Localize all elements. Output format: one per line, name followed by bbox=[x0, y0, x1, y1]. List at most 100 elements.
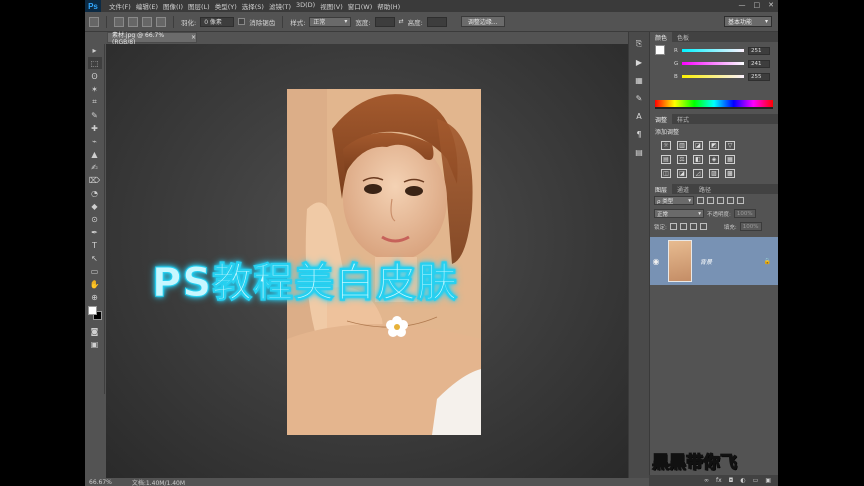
type-tool-icon[interactable]: T bbox=[88, 239, 102, 251]
opacity-input[interactable]: 100% bbox=[733, 209, 756, 218]
green-slider[interactable] bbox=[682, 62, 744, 65]
zoom-tool-icon[interactable]: ⊕ bbox=[88, 291, 102, 303]
antialias-checkbox[interactable] bbox=[238, 18, 246, 25]
workspace-select[interactable]: 基本功能 ▾ bbox=[724, 16, 772, 27]
menu-image[interactable]: 图像(I) bbox=[163, 1, 183, 11]
vibrance-icon[interactable]: ▽ bbox=[725, 141, 735, 150]
tab-swatches[interactable]: 色板 bbox=[672, 32, 694, 42]
quick-mask-icon[interactable]: ◙ bbox=[88, 325, 102, 337]
blue-value[interactable]: 255 bbox=[748, 72, 770, 81]
new-group-icon[interactable]: ▭ bbox=[753, 477, 759, 484]
layer-filter-select[interactable]: ρ 类型 ▾ bbox=[654, 196, 694, 205]
height-input[interactable] bbox=[426, 16, 447, 27]
color-balance-icon[interactable]: ⚖ bbox=[677, 155, 687, 164]
marquee-preset-icon[interactable] bbox=[89, 16, 99, 27]
lock-transparency-icon[interactable] bbox=[669, 223, 677, 230]
tab-paths[interactable]: 路径 bbox=[694, 184, 716, 194]
intersect-selection-icon[interactable] bbox=[156, 16, 166, 27]
swap-icon[interactable]: ⇄ bbox=[399, 18, 404, 25]
smart-object-filter-icon[interactable] bbox=[737, 197, 744, 204]
hue-saturation-icon[interactable]: ▤ bbox=[661, 155, 671, 164]
tab-styles[interactable]: 样式 bbox=[672, 114, 694, 124]
adjustment-filter-icon[interactable] bbox=[707, 197, 714, 204]
blend-mode-select[interactable]: 正常 ▾ bbox=[654, 209, 704, 218]
magic-wand-tool-icon[interactable]: ✶ bbox=[88, 83, 102, 95]
menu-select[interactable]: 选择(S) bbox=[242, 1, 264, 11]
lock-image-icon[interactable] bbox=[679, 223, 687, 230]
style-select[interactable]: 正常 ▾ bbox=[309, 16, 352, 27]
color-spectrum-bar[interactable] bbox=[655, 100, 773, 109]
pen-tool-icon[interactable]: ✒ bbox=[88, 226, 102, 238]
tab-color[interactable]: 颜色 bbox=[650, 32, 673, 42]
photo-filter-icon[interactable]: ◈ bbox=[709, 155, 719, 164]
fg-color-preview[interactable] bbox=[655, 45, 665, 55]
character-icon[interactable]: A bbox=[633, 110, 645, 122]
screen-mode-icon[interactable]: ▣ bbox=[88, 338, 102, 350]
exposure-icon[interactable]: ◩ bbox=[709, 141, 719, 150]
move-tool-icon[interactable]: ▸ bbox=[88, 44, 102, 56]
lock-position-icon[interactable] bbox=[689, 223, 697, 230]
layer-row-background[interactable]: ◉ 背景 🔒 bbox=[650, 237, 778, 285]
close-button[interactable]: ✕ bbox=[768, 1, 774, 9]
menu-3d[interactable]: 3D(D) bbox=[296, 1, 315, 11]
blur-tool-icon[interactable]: ◆ bbox=[88, 200, 102, 212]
lock-icon[interactable]: 🔒 bbox=[764, 258, 771, 265]
document-tab[interactable]: 素材.jpg @ 66.7%(RGB/8) × bbox=[107, 32, 197, 46]
red-value[interactable]: 251 bbox=[748, 46, 770, 55]
red-slider[interactable] bbox=[682, 49, 744, 52]
curves-icon[interactable]: ◪ bbox=[693, 141, 703, 150]
dodge-tool-icon[interactable]: ⊙ bbox=[88, 213, 102, 225]
black-white-icon[interactable]: ◧ bbox=[693, 155, 703, 164]
swatches-icon[interactable]: ▦ bbox=[633, 74, 645, 86]
posterize-icon[interactable]: ◪ bbox=[677, 169, 687, 178]
zoom-level[interactable]: 66.67% bbox=[89, 479, 112, 486]
menu-layer[interactable]: 图层(L) bbox=[188, 1, 210, 11]
blue-slider[interactable] bbox=[682, 75, 744, 78]
width-input[interactable] bbox=[374, 16, 395, 27]
brush-tool-icon[interactable]: ⌁ bbox=[88, 135, 102, 147]
menu-window[interactable]: 窗口(W) bbox=[348, 1, 373, 11]
subtract-selection-icon[interactable] bbox=[142, 16, 152, 27]
levels-icon[interactable]: ▥ bbox=[677, 141, 687, 150]
eyedropper-tool-icon[interactable]: ✎ bbox=[88, 109, 102, 121]
layer-name[interactable]: 背景 bbox=[700, 257, 712, 266]
refine-edge-button[interactable]: 调整边缘... bbox=[460, 16, 505, 27]
history-brush-tool-icon[interactable]: ✍ bbox=[88, 161, 102, 173]
path-selection-tool-icon[interactable]: ↖ bbox=[88, 252, 102, 264]
hand-tool-icon[interactable]: ✋ bbox=[88, 278, 102, 290]
eraser-tool-icon[interactable]: ⌦ bbox=[88, 174, 102, 186]
paragraph-icon[interactable]: ¶ bbox=[633, 128, 645, 140]
link-layers-icon[interactable]: ∞ bbox=[704, 477, 709, 484]
eye-icon[interactable]: ◉ bbox=[650, 257, 662, 266]
gradient-tool-icon[interactable]: ◔ bbox=[88, 187, 102, 199]
lock-all-icon[interactable] bbox=[699, 223, 707, 230]
properties-icon[interactable]: ▤ bbox=[633, 146, 645, 158]
shape-tool-icon[interactable]: ▭ bbox=[88, 265, 102, 277]
brightness-contrast-icon[interactable]: ☼ bbox=[661, 141, 671, 150]
pixel-filter-icon[interactable] bbox=[697, 197, 704, 204]
actions-icon[interactable]: ▶ bbox=[633, 56, 645, 68]
close-icon[interactable]: × bbox=[191, 34, 196, 41]
brush-presets-icon[interactable]: ✎ bbox=[633, 92, 645, 104]
layer-style-icon[interactable]: fx bbox=[716, 477, 722, 484]
minimize-button[interactable]: — bbox=[739, 1, 746, 9]
tab-layers[interactable]: 图层 bbox=[650, 184, 673, 194]
history-icon[interactable]: ⎘ bbox=[633, 38, 645, 50]
foreground-color-swatch[interactable] bbox=[87, 306, 97, 315]
menu-type[interactable]: 类型(Y) bbox=[215, 1, 237, 11]
fill-input[interactable]: 100% bbox=[739, 222, 762, 231]
green-value[interactable]: 241 bbox=[748, 59, 770, 68]
channel-mixer-icon[interactable]: ▦ bbox=[725, 155, 735, 164]
new-selection-icon[interactable] bbox=[114, 16, 124, 27]
add-mask-icon[interactable]: ◘ bbox=[729, 477, 734, 484]
invert-icon[interactable]: ◫ bbox=[661, 169, 671, 178]
lasso-tool-icon[interactable]: ʘ bbox=[88, 70, 102, 82]
tab-channels[interactable]: 通道 bbox=[672, 184, 694, 194]
menu-help[interactable]: 帮助(H) bbox=[377, 1, 400, 11]
menu-edit[interactable]: 编辑(E) bbox=[136, 1, 158, 11]
menu-file[interactable]: 文件(F) bbox=[109, 1, 131, 11]
selective-color-icon[interactable]: ▩ bbox=[725, 169, 735, 178]
feather-input[interactable]: 0 像素 bbox=[200, 16, 235, 27]
menu-view[interactable]: 视图(V) bbox=[320, 1, 343, 11]
add-selection-icon[interactable] bbox=[128, 16, 138, 27]
